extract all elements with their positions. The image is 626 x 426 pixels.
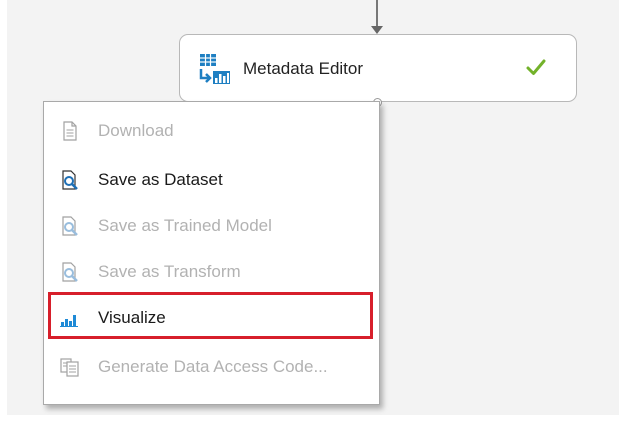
experiment-canvas[interactable]: Metadata Editor Download Save as Dataset (7, 0, 619, 415)
menu-item-generate-data-access-code[interactable]: Generate Data Access Code... (56, 353, 366, 381)
connector-line (376, 0, 378, 28)
menu-item-label: Generate Data Access Code... (98, 357, 328, 376)
menu-item-save-as-dataset[interactable]: Save as Dataset (56, 166, 366, 194)
menu-item-visualize[interactable]: Visualize (56, 304, 366, 332)
context-menu: Download Save as Dataset Save as Trained… (43, 101, 380, 405)
module-title: Metadata Editor (243, 59, 364, 78)
visualize-bar-chart-icon (60, 315, 78, 327)
menu-item-save-as-trained-model[interactable]: Save as Trained Model (56, 212, 366, 240)
menu-item-label: Save as Dataset (98, 170, 223, 189)
menu-item-label: Save as Trained Model (98, 216, 272, 235)
save-transform-icon (62, 262, 78, 282)
menu-item-save-as-transform[interactable]: Save as Transform (56, 258, 366, 286)
document-icon (63, 121, 77, 141)
copy-code-icon (60, 358, 79, 377)
checkmark-icon (526, 59, 546, 75)
menu-item-label: Visualize (98, 308, 166, 327)
save-model-icon (62, 216, 78, 236)
metadata-editor-icon (199, 54, 230, 84)
connector-arrow-icon (371, 26, 383, 34)
menu-item-label: Save as Transform (98, 262, 241, 281)
menu-item-download[interactable]: Download (56, 117, 366, 145)
menu-item-label: Download (98, 121, 174, 140)
metadata-editor-module[interactable]: Metadata Editor (179, 34, 577, 107)
save-dataset-icon (62, 170, 78, 190)
